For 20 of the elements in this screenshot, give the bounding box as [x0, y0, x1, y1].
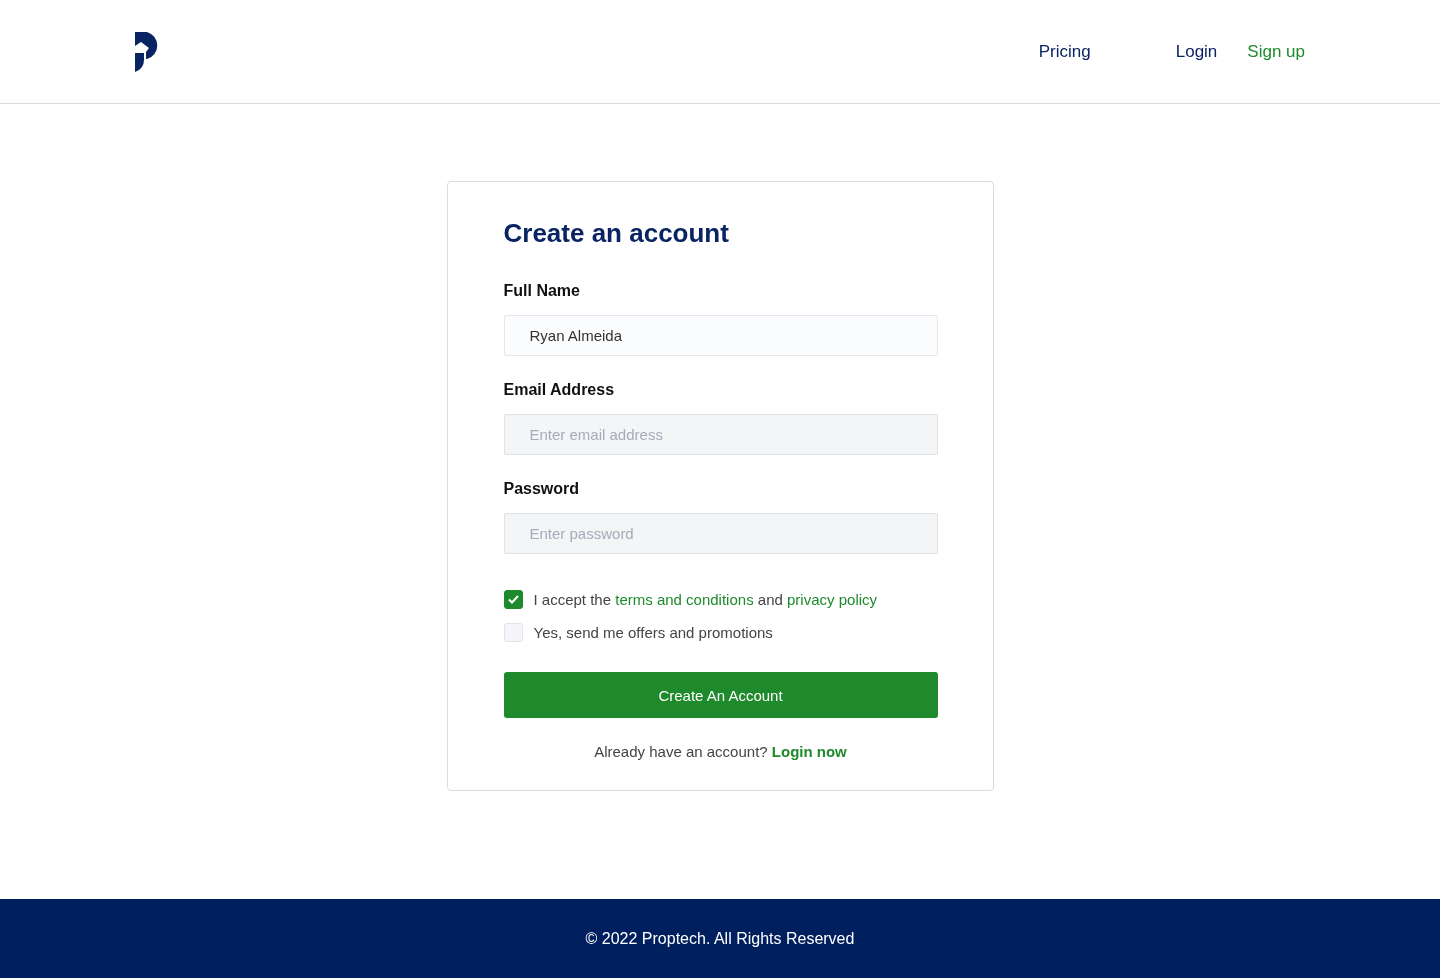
checkbox-label: I accept the terms and conditions and privacy policy [533, 591, 878, 608]
create-account-button[interactable]: Create An Account [503, 672, 938, 718]
login-prompt: Already have an account? Login now [593, 743, 848, 760]
field-label: Email Address [503, 381, 616, 399]
check-icon [507, 595, 519, 604]
policy-link[interactable]: privacy policy [787, 591, 878, 608]
copyright-text: © 2022 Proptech. All Rights Reserved [585, 929, 855, 948]
nav-link[interactable]: Login [1175, 41, 1218, 62]
nav-link[interactable]: Pricing [1038, 41, 1091, 62]
form-title: Create an account [503, 218, 730, 249]
checkbox[interactable] [503, 590, 523, 609]
login-link[interactable]: Login now [771, 743, 847, 760]
input-field[interactable]: Ryan Almeida [503, 315, 938, 356]
policy-link[interactable]: terms and conditions [615, 591, 754, 608]
checkbox-label: Yes, send me offers and promotions [533, 624, 773, 641]
nav-link[interactable]: Sign up [1247, 41, 1305, 62]
input-field[interactable]: Enter password [503, 513, 938, 554]
input-field[interactable]: Enter email address [503, 414, 938, 455]
field-label: Full Name [503, 282, 581, 300]
field-label: Password [503, 480, 581, 498]
